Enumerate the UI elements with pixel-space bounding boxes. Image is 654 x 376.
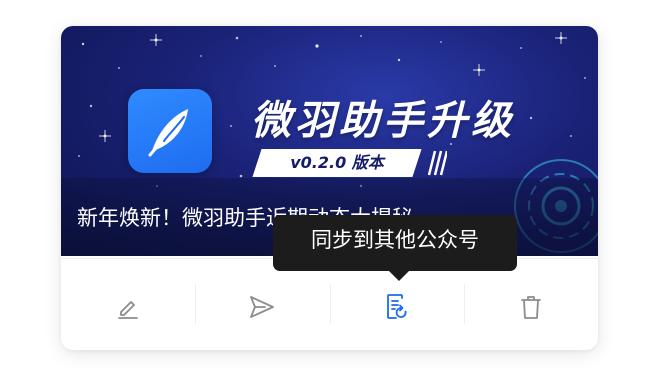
sync-tooltip: 同步到其他公众号 (273, 215, 517, 271)
edit-button[interactable] (61, 272, 195, 342)
version-label: v0.2.0 版本 (290, 153, 384, 172)
tooltip-arrow (389, 271, 409, 281)
document-sync-icon (386, 294, 407, 319)
action-bar (61, 272, 598, 342)
banner-title: 微羽助手升级 (251, 98, 515, 144)
slash-decoration (427, 150, 447, 176)
send-icon (250, 296, 275, 318)
delete-button[interactable] (463, 272, 598, 342)
trash-icon (520, 296, 541, 319)
article-card: 微羽助手升级 v0.2.0 版本 新年焕新！微羽助手近期动态大揭秘~~ (61, 26, 598, 350)
app-logo (128, 89, 212, 173)
feather-icon (148, 109, 188, 157)
sync-button[interactable] (329, 272, 464, 342)
pencil-edit-icon (118, 301, 139, 319)
tooltip-text: 同步到其他公众号 (311, 228, 479, 252)
publish-button[interactable] (195, 272, 329, 342)
